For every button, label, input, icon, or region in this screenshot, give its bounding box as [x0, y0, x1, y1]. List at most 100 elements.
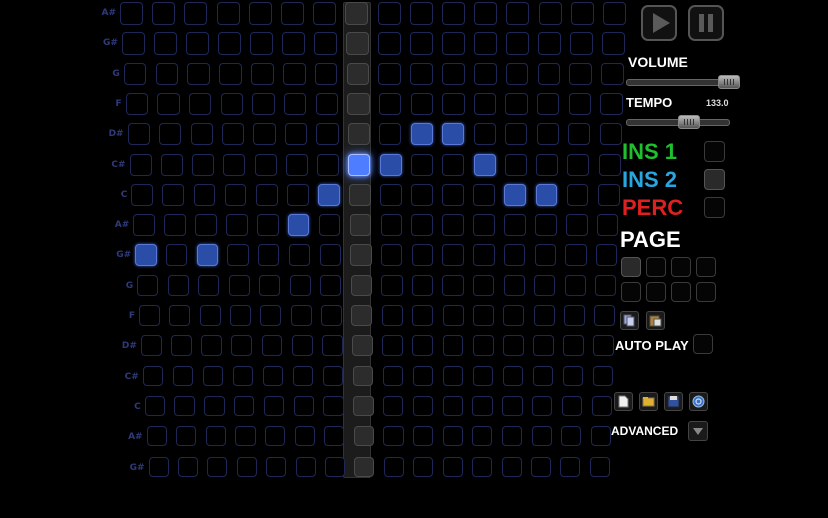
grid-cell[interactable] [413, 426, 434, 447]
grid-cell[interactable] [538, 2, 562, 25]
grid-cell[interactable] [503, 274, 525, 296]
grid-cell[interactable] [236, 456, 257, 477]
grid-cell[interactable] [534, 244, 556, 266]
grid-cell[interactable] [537, 62, 561, 86]
grid-cell[interactable] [349, 183, 371, 206]
grid-cell[interactable] [533, 335, 554, 357]
grid-cell[interactable] [167, 274, 189, 296]
new-file-button[interactable] [614, 392, 633, 411]
grid-cell[interactable] [596, 214, 619, 236]
grid-cell[interactable] [383, 456, 404, 477]
grid-cell[interactable] [474, 32, 497, 56]
grid-cell[interactable] [472, 305, 494, 326]
grid-cell[interactable] [315, 92, 338, 116]
grid-cell[interactable] [230, 305, 252, 326]
grid-cell[interactable] [593, 335, 615, 357]
grid-cell[interactable] [140, 335, 162, 357]
grid-cell[interactable] [503, 244, 526, 266]
grid-cell[interactable] [473, 183, 496, 206]
auto-play-checkbox[interactable] [693, 334, 713, 354]
grid-cell[interactable] [594, 305, 616, 326]
grid-cell[interactable] [570, 32, 593, 56]
grid-cell[interactable] [382, 335, 404, 357]
grid-cell[interactable] [412, 395, 434, 417]
grid-cell[interactable] [531, 426, 552, 447]
grid-cell[interactable] [199, 305, 221, 326]
grid-cell[interactable] [442, 62, 465, 86]
grid-cell[interactable] [505, 62, 529, 86]
grid-cell[interactable] [286, 183, 309, 206]
instrument-label[interactable]: INS 2 [622, 167, 677, 193]
grid-cell[interactable] [502, 395, 523, 417]
grid-cell[interactable] [350, 244, 372, 266]
grid-cell[interactable] [502, 335, 524, 357]
grid-cell[interactable] [560, 456, 581, 477]
save-disk-button[interactable] [664, 392, 683, 411]
grid-cell[interactable] [290, 305, 312, 326]
page-button[interactable] [671, 257, 691, 277]
grid-cell[interactable] [228, 274, 250, 296]
page-button[interactable] [621, 282, 641, 302]
tempo-slider[interactable] [626, 114, 736, 130]
grid-cell[interactable] [253, 123, 276, 146]
grid-cell[interactable] [137, 274, 159, 296]
grid-cell[interactable] [504, 214, 526, 236]
grid-cell[interactable] [226, 214, 248, 236]
play-button[interactable] [641, 5, 677, 41]
grid-cell[interactable] [473, 123, 496, 146]
grid-cell[interactable] [502, 365, 524, 387]
grid-cell[interactable] [442, 456, 463, 477]
grid-cell[interactable] [162, 183, 185, 206]
grid-cell[interactable] [532, 365, 554, 387]
grid-cell[interactable] [346, 32, 369, 56]
grid-cell[interactable] [252, 92, 275, 116]
grid-cell[interactable] [198, 274, 220, 296]
page-button[interactable] [646, 257, 666, 277]
grid-cell[interactable] [410, 92, 433, 116]
grid-cell[interactable] [505, 92, 528, 116]
grid-cell[interactable] [260, 305, 282, 326]
grid-cell[interactable] [177, 456, 198, 477]
grid-cell[interactable] [232, 365, 254, 387]
grid-cell[interactable] [165, 244, 188, 266]
grid-cell[interactable] [346, 62, 370, 86]
grid-cell[interactable] [131, 183, 154, 206]
grid-cell[interactable] [381, 274, 403, 296]
grid-cell[interactable] [562, 365, 584, 387]
grid-cell[interactable] [378, 62, 402, 86]
grid-cell[interactable] [442, 395, 464, 417]
grid-cell[interactable] [219, 62, 242, 86]
grid-cell[interactable] [192, 153, 215, 176]
grid-cell[interactable] [127, 123, 150, 146]
grid-cell[interactable] [291, 335, 313, 357]
grid-cell[interactable] [125, 92, 149, 116]
grid-cell[interactable] [320, 274, 342, 296]
grid-cell[interactable] [378, 92, 402, 116]
grid-cell[interactable] [227, 244, 249, 266]
page-button[interactable] [621, 257, 641, 277]
grid-cell[interactable] [353, 426, 375, 447]
grid-cell[interactable] [565, 214, 588, 236]
grid-cell[interactable] [602, 32, 625, 56]
instrument-label[interactable]: PERC [622, 195, 683, 221]
grid-cell[interactable] [120, 2, 143, 25]
grid-cell[interactable] [567, 153, 590, 176]
grid-cell[interactable] [234, 395, 255, 417]
grid-cell[interactable] [187, 62, 211, 86]
grid-cell[interactable] [352, 365, 374, 387]
grid-cell[interactable] [129, 153, 152, 176]
grid-cell[interactable] [157, 92, 180, 116]
grid-cell[interactable] [474, 2, 498, 25]
grid-cell[interactable] [473, 153, 496, 176]
tempo-slider-thumb[interactable] [678, 115, 700, 129]
grid-cell[interactable] [353, 395, 374, 417]
grid-cell[interactable] [380, 244, 403, 266]
grid-cell[interactable] [164, 214, 186, 236]
grid-cell[interactable] [442, 32, 465, 56]
instrument-select-box[interactable] [704, 197, 725, 218]
grid-cell[interactable] [313, 2, 337, 25]
grid-cell[interactable] [538, 32, 561, 56]
grid-cell[interactable] [263, 395, 285, 417]
grid-cell[interactable] [185, 32, 209, 56]
grid-cell[interactable] [595, 274, 617, 296]
